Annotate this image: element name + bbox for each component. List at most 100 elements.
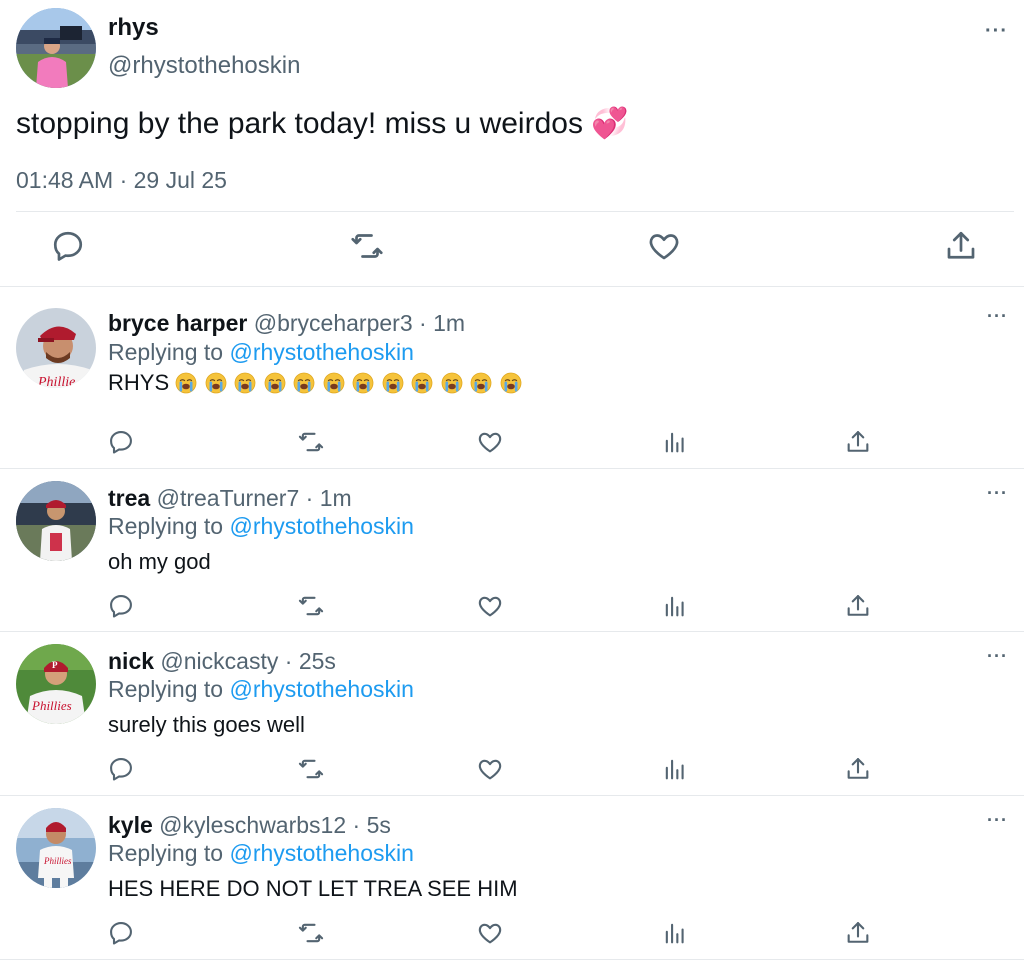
more-options-icon[interactable]: ··· [987, 810, 1008, 831]
replying-to-label: Replying to [108, 513, 224, 539]
share-icon[interactable] [844, 592, 872, 620]
replying-to-label: Replying to [108, 339, 224, 365]
replying-to-handle[interactable]: @rhystothehoskin [229, 840, 413, 866]
like-icon[interactable] [646, 228, 682, 264]
more-options-icon[interactable]: ··· [987, 646, 1008, 667]
author-handle[interactable]: @kyleschwarbs12 [159, 812, 346, 838]
separator-dot: · [419, 310, 427, 336]
reply-icon[interactable] [107, 919, 135, 947]
author-name[interactable]: trea [108, 485, 150, 511]
reply-text: oh my god [108, 549, 211, 574]
like-icon[interactable] [476, 592, 504, 620]
loudly-crying-face-emoji [500, 372, 522, 394]
replying-to: Replying to @rhystothehoskin [108, 513, 414, 540]
tweet-text-body: stopping by the park today! miss u weird… [16, 107, 583, 140]
loudly-crying-face-emoji [411, 372, 433, 394]
separator-dot: · [352, 812, 361, 838]
author-name[interactable]: bryce harper [108, 310, 247, 336]
replying-to: Replying to @rhystothehoskin [108, 676, 414, 703]
main-tweet: rhys @rhystothehoskin ··· stopping by th… [0, 0, 1024, 287]
reply-icon[interactable] [107, 755, 135, 783]
separator-dot: · [305, 485, 314, 511]
retweet-icon[interactable] [297, 592, 325, 620]
reply-header: nick @nickcasty · 25s [108, 648, 336, 675]
separator-dot: · [284, 648, 293, 674]
reply-text: HES HERE DO NOT LET TREA SEE HIM [108, 876, 518, 901]
loudly-crying-face-emoji [352, 372, 374, 394]
reply-text: surely this goes well [108, 712, 305, 737]
reply-actions [0, 592, 1024, 624]
share-icon[interactable] [943, 228, 979, 264]
svg-text:Phillies: Phillies [31, 698, 72, 713]
reply-actions [0, 755, 1024, 787]
reply-text-body: RHYS [108, 370, 170, 395]
views-icon[interactable] [661, 919, 689, 947]
reply-icon[interactable] [107, 592, 135, 620]
views-icon[interactable] [661, 428, 689, 456]
avatar[interactable] [16, 8, 96, 88]
replying-to: Replying to @rhystothehoskin [108, 339, 414, 366]
replying-to: Replying to @rhystothehoskin [108, 840, 414, 867]
tweet-timestamp[interactable]: 01:48 AM · 29 Jul 25 [16, 167, 227, 194]
retweet-icon[interactable] [349, 228, 385, 264]
reply-time[interactable]: 1m [320, 485, 352, 511]
replying-to-handle[interactable]: @rhystothehoskin [229, 339, 413, 365]
avatar[interactable]: P Phillies [16, 644, 96, 724]
more-options-icon[interactable]: ··· [987, 306, 1008, 327]
like-icon[interactable] [476, 428, 504, 456]
reply-time[interactable]: 25s [299, 648, 336, 674]
retweet-icon[interactable] [297, 919, 325, 947]
author-name[interactable]: nick [108, 648, 154, 674]
author-handle[interactable]: @rhystothehoskin [108, 52, 300, 80]
loudly-crying-face-emoji [441, 372, 463, 394]
reply-icon[interactable] [107, 428, 135, 456]
author-handle[interactable]: @bryceharper3 [254, 310, 413, 336]
author-handle[interactable]: @treaTurner7 [157, 485, 300, 511]
share-icon[interactable] [844, 755, 872, 783]
like-icon[interactable] [476, 919, 504, 947]
avatar[interactable]: Phillie [16, 308, 96, 388]
replying-to-handle[interactable]: @rhystothehoskin [229, 676, 413, 702]
loudly-crying-face-emoji [264, 372, 286, 394]
avatar[interactable]: Phillies [16, 808, 96, 888]
avatar[interactable] [16, 481, 96, 561]
reply-tweet[interactable]: Phillie bryce harper @bryceharper3 · 1m … [0, 288, 1024, 469]
svg-text:P: P [52, 660, 58, 670]
reply-time[interactable]: 1m [433, 310, 465, 336]
author-name[interactable]: kyle [108, 812, 153, 838]
loudly-crying-face-emoji [234, 372, 256, 394]
svg-text:Phillie: Phillie [37, 375, 75, 388]
reply-header: trea @treaTurner7 · 1m [108, 485, 352, 512]
reply-icon[interactable] [50, 228, 86, 264]
loudly-crying-face-emoji [382, 372, 404, 394]
two-hearts-emoji: 💞 [591, 107, 629, 140]
reply-tweet[interactable]: trea @treaTurner7 · 1m Replying to @rhys… [0, 469, 1024, 632]
reply-actions [0, 428, 1024, 460]
loudly-crying-face-emoji [470, 372, 492, 394]
author-name[interactable]: rhys [108, 14, 159, 42]
loudly-crying-face-emoji [323, 372, 345, 394]
reply-text: RHYS [108, 370, 529, 396]
reply-tweet[interactable]: Phillies kyle @kyleschwarbs12 · 5s Reply… [0, 796, 1024, 960]
divider [16, 211, 1014, 212]
reply-actions [0, 919, 1024, 951]
like-icon[interactable] [476, 755, 504, 783]
share-icon[interactable] [844, 919, 872, 947]
author-handle[interactable]: @nickcasty [160, 648, 278, 674]
more-options-icon[interactable]: ··· [987, 483, 1008, 504]
retweet-icon[interactable] [297, 428, 325, 456]
views-icon[interactable] [661, 755, 689, 783]
reply-tweet[interactable]: P Phillies nick @nickcasty · 25s Replyin… [0, 632, 1024, 796]
retweet-icon[interactable] [297, 755, 325, 783]
tweet-text: stopping by the park today! miss u weird… [16, 106, 629, 141]
more-options-icon[interactable]: ··· [985, 20, 1008, 43]
crying-emoji-row [175, 370, 529, 395]
replying-to-label: Replying to [108, 676, 224, 702]
share-icon[interactable] [844, 428, 872, 456]
views-icon[interactable] [661, 592, 689, 620]
loudly-crying-face-emoji [175, 372, 197, 394]
reply-header: bryce harper @bryceharper3 · 1m [108, 310, 465, 337]
reply-time[interactable]: 5s [367, 812, 391, 838]
replying-to-handle[interactable]: @rhystothehoskin [229, 513, 413, 539]
reply-header: kyle @kyleschwarbs12 · 5s [108, 812, 391, 839]
